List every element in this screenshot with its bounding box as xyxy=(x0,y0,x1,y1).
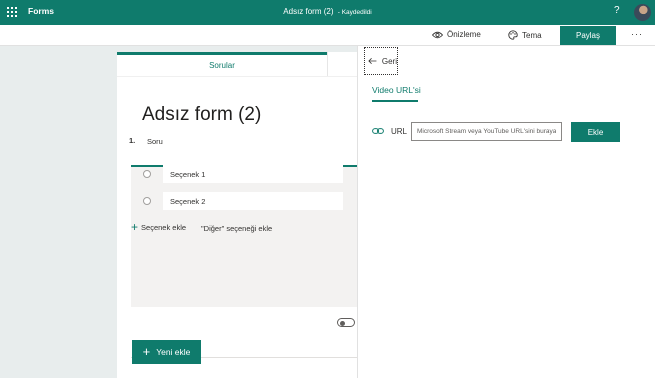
option-row: Seçenek 1 xyxy=(127,165,343,183)
preview-button[interactable]: Önizleme xyxy=(432,30,481,39)
command-bar: Önizleme Tema Paylaş ··· xyxy=(0,25,655,46)
link-icon xyxy=(372,128,384,134)
more-options-icon[interactable]: ··· xyxy=(631,29,643,39)
option-input[interactable]: Seçenek 1 xyxy=(163,165,343,183)
option-input[interactable]: Seçenek 2 xyxy=(163,192,343,210)
app-header: Forms Adsız form (2) - Kaydedildi ? xyxy=(0,0,655,25)
saved-status: - Kaydedildi xyxy=(337,9,372,16)
url-input[interactable] xyxy=(411,122,562,141)
header-form-title: Adsız form (2) xyxy=(283,7,334,16)
share-button[interactable]: Paylaş xyxy=(560,26,616,45)
avatar[interactable] xyxy=(634,4,651,21)
preview-label: Önizleme xyxy=(447,30,481,39)
theme-button[interactable]: Tema xyxy=(508,30,542,40)
back-label: Geri xyxy=(381,56,397,66)
required-toggle[interactable] xyxy=(337,318,355,327)
help-icon[interactable]: ? xyxy=(614,5,620,16)
plus-icon: + xyxy=(142,344,151,359)
arrow-left-icon xyxy=(368,58,377,64)
back-button[interactable]: Geri xyxy=(364,47,398,75)
tab-bar-border xyxy=(117,76,357,77)
tab-questions[interactable]: Sorular xyxy=(117,61,327,70)
tab-indicator xyxy=(372,100,418,102)
add-new-label: Yeni ekle xyxy=(156,347,191,357)
question-text-input[interactable]: Soru xyxy=(141,132,343,150)
radio-icon xyxy=(143,197,151,205)
form-editor-card: Sorular Adsız form (2) 1. Soru Seçenek 1… xyxy=(117,52,357,378)
option-row: Seçenek 2 xyxy=(127,192,343,210)
form-title[interactable]: Adsız form (2) xyxy=(142,104,261,126)
plus-icon: + xyxy=(131,220,139,234)
add-url-button[interactable]: Ekle xyxy=(571,122,620,142)
add-option-label: Seçenek ekle xyxy=(141,222,187,232)
form-title-header: Adsız form (2) - Kaydedildi xyxy=(0,7,655,16)
add-new-button[interactable]: + Yeni ekle xyxy=(132,340,201,364)
add-option-button[interactable]: + Seçenek ekle xyxy=(131,220,187,234)
palette-icon xyxy=(508,30,518,40)
radio-icon xyxy=(143,170,151,178)
tab-indicator xyxy=(117,52,327,55)
question-card[interactable] xyxy=(131,167,357,378)
question-number: 1. xyxy=(129,136,136,145)
theme-label: Tema xyxy=(522,30,542,40)
tab-video-url[interactable]: Video URL'si xyxy=(372,85,421,95)
url-label: URL xyxy=(391,127,408,136)
add-other-option-button[interactable]: "Diğer" seçeneği ekle xyxy=(201,224,272,233)
media-panel: Geri Video URL'si URL Ekle xyxy=(357,46,655,378)
tab-divider xyxy=(327,52,328,76)
eye-icon xyxy=(432,31,443,38)
